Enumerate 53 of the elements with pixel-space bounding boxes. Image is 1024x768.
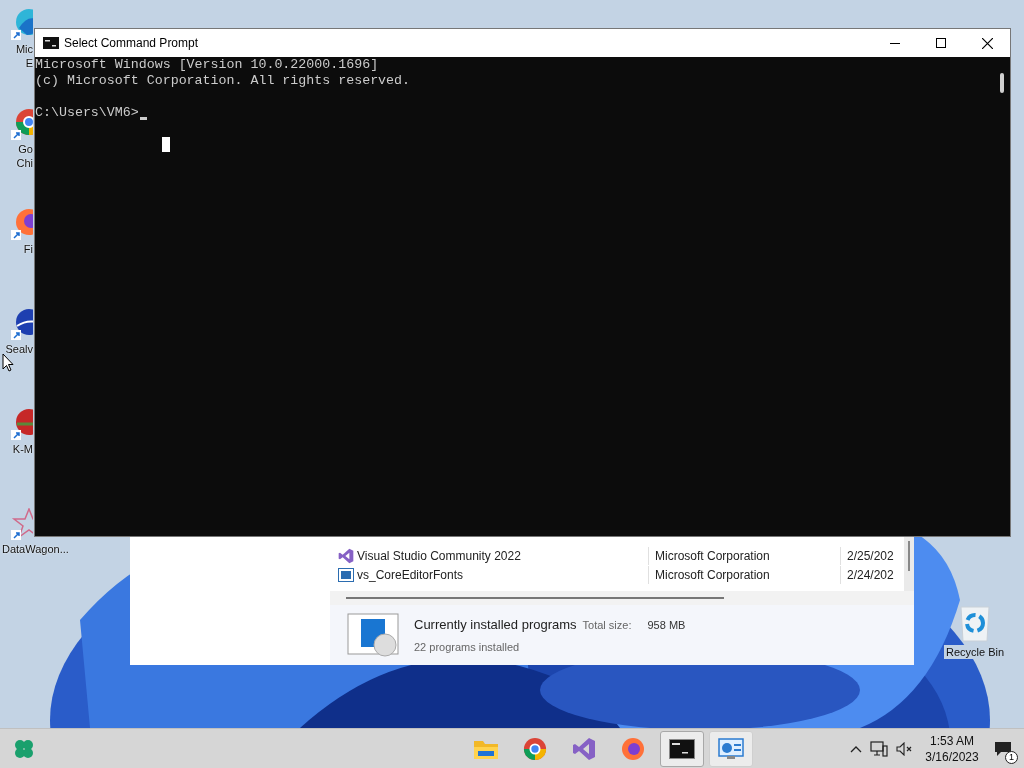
window-title: Select Command Prompt [64, 35, 199, 52]
icon-label: Go [18, 142, 33, 156]
install-date: 2/25/202 [847, 548, 894, 563]
icon-label: Chi [16, 156, 33, 170]
star-icon[interactable] [11, 508, 33, 540]
icon-label: Recycle Bin [943, 645, 1007, 659]
clover-icon [13, 737, 35, 760]
ribbon-icon [571, 736, 596, 761]
program-count: 22 programs installed [414, 639, 521, 655]
recycle-bin-icon[interactable] [958, 605, 992, 643]
taskbar-app[interactable] [659, 730, 704, 767]
install-date: 2/24/202 [847, 567, 894, 582]
icon-label: Mic [15, 42, 33, 56]
scrollbar-thumb[interactable] [908, 541, 910, 571]
publisher-text: Microsoft Corporation [655, 567, 770, 582]
notification-badge: 1 [1005, 750, 1018, 764]
size-label: Total size: [582, 618, 632, 633]
scrollbar-thumb[interactable] [346, 597, 724, 599]
muted-speaker-icon[interactable] [896, 741, 914, 756]
program-name: Visual Studio Community 2022 [357, 547, 521, 565]
publisher-text: Microsoft Corporation [655, 548, 770, 563]
app-icon[interactable] [11, 308, 33, 340]
chevron-up-icon[interactable] [850, 744, 862, 753]
terminal-icon [43, 37, 59, 49]
firefox-icon [620, 736, 645, 761]
summary-title: Currently installed programs [414, 616, 577, 634]
mouse-pointer-icon [2, 353, 14, 372]
program-name: vs_CoreEditorFonts [357, 566, 464, 584]
console-line: Microsoft Windows [Version 10.0.22000.1696] [35, 57, 380, 73]
notification-button[interactable]: 1 [990, 735, 1016, 762]
control-panel-icon [717, 737, 744, 760]
console-prompt: C:\Users\VM6> [35, 105, 139, 121]
maximize-icon [936, 38, 946, 48]
icon-label: K-M [12, 442, 33, 456]
window-icon [338, 567, 354, 582]
chrome-icon [522, 736, 547, 761]
icon-label: Sealv [5, 342, 33, 356]
app-icon[interactable] [11, 408, 33, 440]
ribbon-icon [338, 547, 354, 564]
icon-label: DataWagon... [2, 542, 69, 556]
minimize-icon [890, 42, 900, 44]
terminal-icon [668, 738, 695, 759]
clock[interactable]: 1:53 AM 3/16/2023 [922, 732, 982, 765]
console-line: (c) Microsoft Corporation. All rights reserved. [35, 73, 412, 89]
program-box-icon [347, 613, 399, 657]
size-value: 958 MB [647, 618, 686, 633]
icon-label: E [25, 56, 33, 70]
scrollbar-thumb[interactable] [1000, 73, 1004, 93]
selection-block [162, 137, 170, 152]
icon-label: Fi [23, 242, 33, 256]
network-icon[interactable] [870, 740, 888, 757]
text-cursor [139, 117, 147, 120]
close-icon [981, 37, 993, 49]
